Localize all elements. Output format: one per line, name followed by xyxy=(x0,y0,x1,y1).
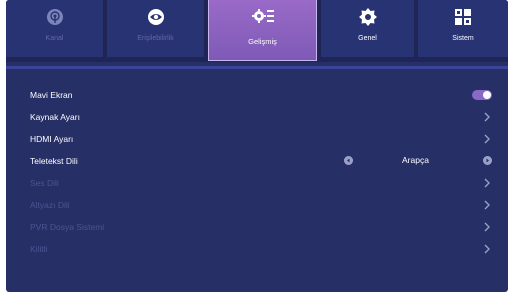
menu-item-label: HDMI Ayarı xyxy=(30,134,74,144)
chevron-right-icon xyxy=(484,178,490,188)
gear-icon xyxy=(358,8,377,26)
tab-bar: Kanal Erişilebilirlik Gelişmiş Genel Sis… xyxy=(6,0,508,62)
menu-item-label: PVR Dosya Sistemi xyxy=(30,222,105,232)
chevron-right-icon xyxy=(484,200,490,210)
menu-item-teletekst-dili[interactable]: Teletekst Dili Arapça xyxy=(30,150,492,172)
eye-icon xyxy=(147,9,164,25)
tab-kanal[interactable]: Kanal xyxy=(6,0,103,57)
tv-settings-screen: Kanal Erişilebilirlik Gelişmiş Genel Sis… xyxy=(6,0,508,292)
tab-label: Erişilebilirlik xyxy=(137,35,174,42)
menu-item-label: Altyazı Dili xyxy=(30,200,70,210)
tab-label: Sistem xyxy=(452,35,474,42)
tab-erisilebilirlik[interactable]: Erişilebilirlik xyxy=(107,0,204,57)
menu-item-hdmi-ayari[interactable]: HDMI Ayarı xyxy=(30,128,492,150)
chevron-right-icon xyxy=(484,222,490,232)
advanced-settings-icon xyxy=(251,9,274,23)
tab-label: Genel xyxy=(358,35,377,42)
menu-item-ses-dili[interactable]: Ses Dili xyxy=(30,172,492,194)
header-divider xyxy=(6,66,508,69)
menu-item-kaynak-ayari[interactable]: Kaynak Ayarı xyxy=(30,106,492,128)
menu-item-label: Kaynak Ayarı xyxy=(30,112,80,122)
menu-item-pvr-dosya-sistemi[interactable]: PVR Dosya Sistemi xyxy=(30,216,492,238)
tab-genel[interactable]: Genel xyxy=(321,0,414,57)
toggle-knob xyxy=(483,91,491,99)
chevron-right-icon xyxy=(484,112,490,122)
menu-item-label: Teletekst Dili xyxy=(30,156,78,166)
grid-icon xyxy=(455,9,471,25)
tab-label: Kanal xyxy=(45,35,64,42)
chevron-right-icon xyxy=(484,134,490,144)
arrow-left-icon[interactable] xyxy=(344,156,353,165)
menu-item-label: Mavi Ekran xyxy=(30,90,73,100)
teletext-language-value: Arapça xyxy=(402,155,429,165)
tab-gelismis[interactable]: Gelişmiş xyxy=(208,0,317,61)
blue-screen-toggle[interactable] xyxy=(472,90,492,100)
menu-item-label: Ses Dili xyxy=(30,178,59,188)
menu-item-label: Kilitli xyxy=(30,244,48,254)
tab-sistem[interactable]: Sistem xyxy=(418,0,508,57)
menu-item-kilitli[interactable]: Kilitli xyxy=(30,238,492,260)
broadcast-icon xyxy=(46,9,63,25)
menu-item-altyazi-dili[interactable]: Altyazı Dili xyxy=(30,194,492,216)
menu-item-mavi-ekran[interactable]: Mavi Ekran xyxy=(30,84,492,106)
tab-label: Gelişmiş xyxy=(248,37,277,46)
arrow-right-icon[interactable] xyxy=(483,156,492,165)
chevron-right-icon xyxy=(484,244,490,254)
